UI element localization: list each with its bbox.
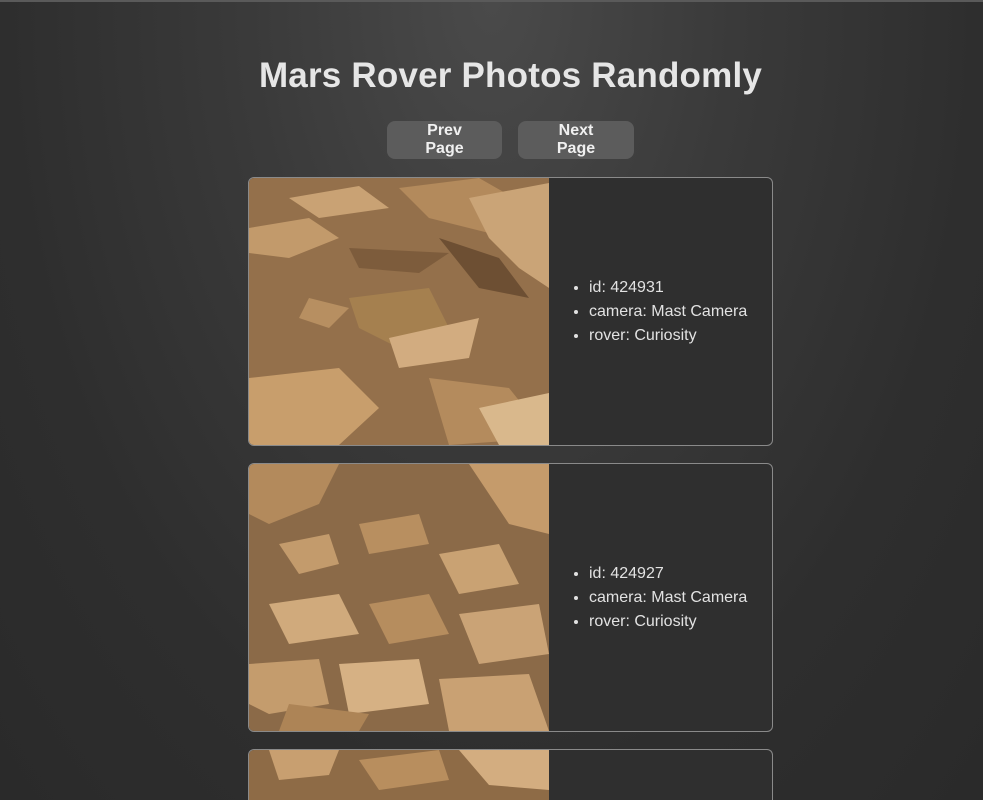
photo-camera: camera: Mast Camera bbox=[589, 300, 747, 324]
page-title: Mars Rover Photos Randomly bbox=[258, 56, 763, 95]
photo-card: id: 424927 camera: Mast Camera rover: Cu… bbox=[248, 463, 773, 732]
next-page-button[interactable]: Next Page bbox=[518, 121, 634, 159]
photo-camera: camera: Mast Camera bbox=[589, 586, 747, 610]
photo-rover: rover: Curiosity bbox=[589, 324, 747, 348]
photo-details bbox=[549, 750, 772, 800]
photo-card bbox=[248, 749, 773, 800]
mars-photo bbox=[249, 178, 549, 445]
photo-card: id: 424931 camera: Mast Camera rover: Cu… bbox=[248, 177, 773, 446]
photo-id: id: 424931 bbox=[589, 276, 747, 300]
prev-page-button[interactable]: Prev Page bbox=[387, 121, 502, 159]
mars-photo bbox=[249, 464, 549, 731]
photo-details: id: 424931 camera: Mast Camera rover: Cu… bbox=[549, 178, 772, 445]
pagination-nav: Prev Page Next Page bbox=[387, 121, 634, 159]
photo-rover: rover: Curiosity bbox=[589, 610, 747, 634]
photo-details: id: 424927 camera: Mast Camera rover: Cu… bbox=[549, 464, 772, 731]
mars-photo bbox=[249, 750, 549, 800]
photo-id: id: 424927 bbox=[589, 562, 747, 586]
top-border bbox=[0, 0, 983, 2]
